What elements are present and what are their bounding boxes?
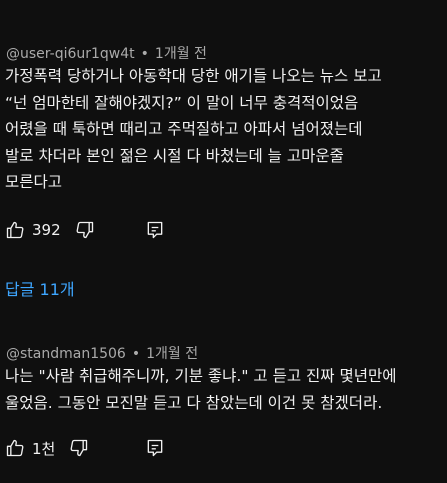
comment-author[interactable]: @user-qi6ur1qw4t xyxy=(6,46,135,62)
comment-author[interactable]: @standman1506 xyxy=(6,346,126,362)
comment-line: 모른다고 xyxy=(5,173,63,191)
like-count: 392 xyxy=(32,221,61,239)
comment-actions: 392 xyxy=(5,218,95,242)
comment-line: 울었음. 그동안 모진말 듣고 다 참았는데 이건 못 참겠더라. xyxy=(5,393,383,412)
comment-body: 나는 "사람 취급해주니까, 기분 좋냐." 고 듣고 진짜 몇년만에 울었음.… xyxy=(5,363,445,416)
comment-actions: 1천 xyxy=(5,436,89,460)
like-count: 1천 xyxy=(32,439,56,458)
comment-line: 나는 "사람 취급해주니까, 기분 좋냐." 고 듣고 진짜 몇년만에 xyxy=(5,367,397,385)
comment-line: “넌 엄마한테 잘해야겠지?” 이 말이 너무 충격적이었음 xyxy=(5,93,359,112)
thumbs-up-icon[interactable] xyxy=(5,438,25,458)
comment-line: 가정폭력 당하거나 아동학대 당한 애기들 나오는 뉴스 보고 xyxy=(5,67,382,85)
comment-line: 발로 차더라 본인 젊은 시절 다 바쳤는데 늘 고마운줄 xyxy=(5,146,344,165)
comment-meta: @standman1506 • 1개월 전 xyxy=(6,343,198,363)
comment-reply-icon[interactable] xyxy=(145,438,165,458)
replies-link[interactable]: 답글 11개 xyxy=(5,276,75,300)
comment-line: 어렸을 때 툭하면 때리고 주먹질하고 아파서 넘어졌는데 xyxy=(5,120,363,138)
comment-time[interactable]: 1개월 전 xyxy=(146,346,198,362)
comment-meta: @user-qi6ur1qw4t • 1개월 전 xyxy=(6,43,207,63)
meta-separator: • xyxy=(131,346,141,362)
comment-reply-icon[interactable] xyxy=(145,220,165,240)
thumbs-down-icon[interactable] xyxy=(69,438,89,458)
comment-time[interactable]: 1개월 전 xyxy=(155,46,207,62)
meta-separator: • xyxy=(140,46,149,62)
thumbs-up-icon[interactable] xyxy=(5,220,25,240)
comment-body: 가정폭력 당하거나 아동학대 당한 애기들 나오는 뉴스 보고 “넌 엄마한테 … xyxy=(5,63,445,196)
thumbs-down-icon[interactable] xyxy=(75,220,95,240)
